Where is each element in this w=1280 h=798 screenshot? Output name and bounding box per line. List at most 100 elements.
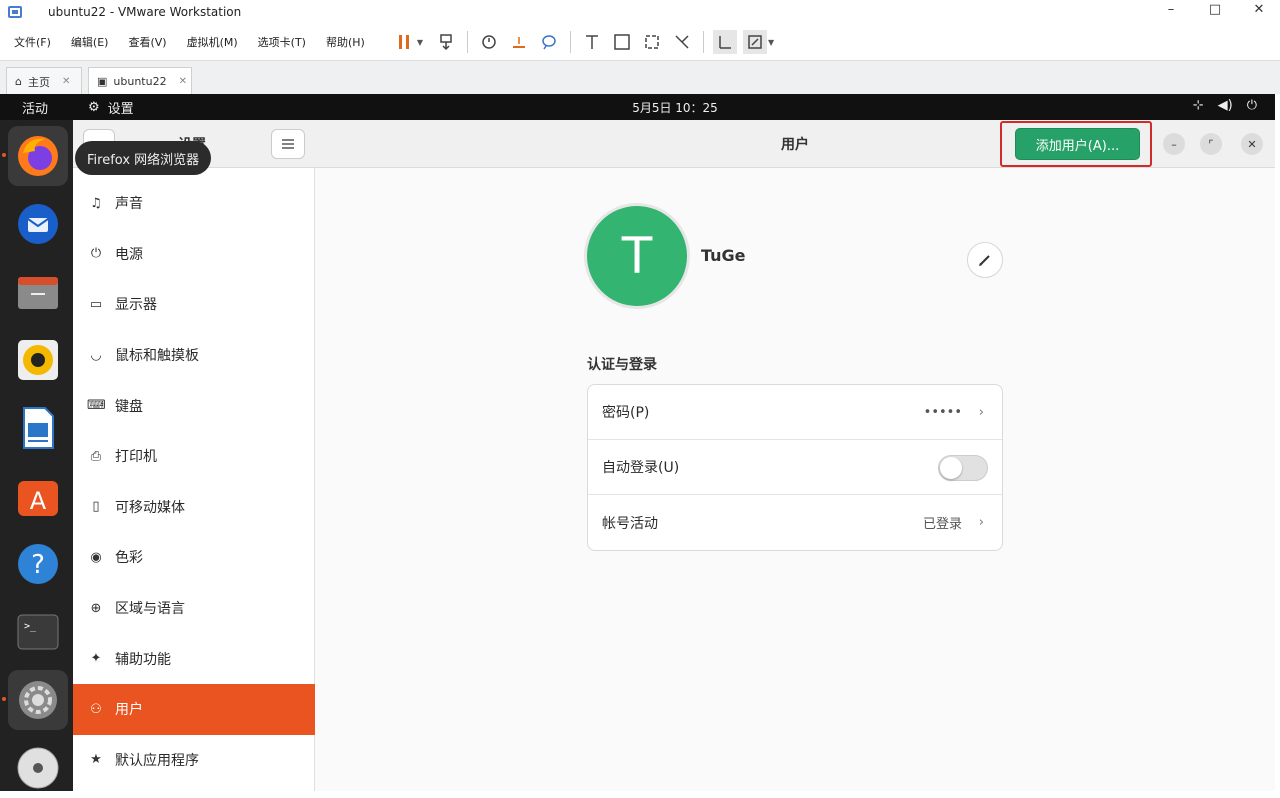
menu-tabs[interactable]: 选项卡(T) (258, 34, 306, 50)
sidebar-item-label: 默认应用程序 (115, 752, 199, 769)
sidebar-item-default-apps[interactable]: ★ 默认应用程序 (73, 735, 315, 786)
system-tray[interactable]: ⊹ ◀) ⏻ (1193, 98, 1257, 113)
add-user-button[interactable]: 添加用户(A)... (1015, 128, 1140, 160)
sidebar-item-region-language[interactable]: ⊕ 区域与语言 (73, 583, 315, 634)
tab-home-label: 主页 (27, 75, 50, 89)
autofit-icon[interactable] (742, 30, 767, 54)
sidebar-item-displays[interactable]: ▭ 显示器 (73, 279, 315, 330)
sidebar-item-label: 可移动媒体 (115, 499, 185, 516)
close-icon[interactable]: ✕ (62, 76, 70, 87)
minimize-icon: – (1171, 137, 1177, 151)
password-label: 密码(P) (602, 405, 650, 421)
sidebar-item-label: 鼠标和触摸板 (115, 348, 199, 365)
folder-icon (18, 277, 58, 309)
chevron-down-icon[interactable]: ▼ (417, 38, 423, 47)
unity-icon[interactable] (640, 30, 664, 54)
maximize-icon: ⌜ (1208, 137, 1214, 151)
menu-help[interactable]: 帮助(H) (326, 34, 365, 50)
stretch-icon[interactable] (670, 30, 694, 54)
avatar[interactable]: T (587, 206, 687, 306)
thumbnail-view-icon[interactable] (712, 30, 737, 54)
mouse-icon: ◡ (90, 347, 102, 363)
dock-rhythmbox[interactable] (8, 330, 68, 390)
dock-firefox[interactable] (2, 126, 68, 186)
tab-ubuntu22-label: ubuntu22 (113, 75, 167, 88)
sidebar-item-power[interactable]: ⏻ 电源 (73, 229, 315, 280)
auth-list: 密码(P) ••••• › 自动登录(U) 帐号活动 已登录 › (587, 384, 1003, 551)
tab-ubuntu22[interactable]: ▣ ubuntu22 ✕ (88, 67, 192, 95)
sidebar-item-label: 电源 (115, 246, 143, 263)
vmware-menubar: 文件(F) 编辑(E) 查看(V) 虚拟机(M) 选项卡(T) 帮助(H) ▼ … (0, 24, 1280, 60)
sidebar-item-users[interactable]: ⚇ 用户 (73, 683, 315, 735)
sidebar-item-sound[interactable]: ♫ 声音 (73, 178, 315, 229)
network-icon: ⊹ (1192, 98, 1204, 113)
sidebar-item-accessibility[interactable]: ✦ 辅助功能 (73, 633, 315, 684)
menu-view[interactable]: 查看(V) (128, 34, 166, 50)
hamburger-menu-button[interactable] (271, 129, 305, 159)
close-button[interactable]: ✕ (1248, 2, 1270, 17)
sidebar-item-label: 色彩 (115, 550, 143, 567)
pause-icon[interactable] (392, 30, 416, 54)
sidebar-item-label: 辅助功能 (115, 651, 171, 668)
send-keys-icon[interactable] (434, 30, 458, 54)
account-activity-value: 已登录 (922, 517, 962, 532)
sidebar-item-label: 用户 (115, 702, 143, 719)
sidebar-item-mouse[interactable]: ◡ 鼠标和触摸板 (73, 330, 315, 381)
dock-dvd[interactable] (8, 738, 68, 798)
window-controls: – □ ✕ (1160, 2, 1270, 17)
menu-edit[interactable]: 编辑(E) (71, 34, 109, 50)
dock-terminal[interactable]: >_ (8, 602, 68, 662)
dock-libreoffice-writer[interactable] (8, 398, 68, 458)
dock-help[interactable]: ? (8, 534, 68, 594)
clock[interactable]: 5月5日 10：25 (0, 99, 1280, 116)
maximize-window-button[interactable]: ⌜ (1200, 133, 1222, 155)
dock-thunderbird[interactable] (8, 194, 68, 254)
sidebar-item-color[interactable]: ◉ 色彩 (73, 532, 315, 583)
sidebar-item-keyboard[interactable]: ⌨ 键盘 (73, 380, 315, 431)
hamburger-icon (282, 139, 294, 149)
section-title: 认证与登录 (587, 357, 657, 373)
dock-settings[interactable] (2, 670, 68, 730)
maximize-button[interactable]: □ (1204, 2, 1226, 17)
account-activity-label: 帐号活动 (602, 515, 658, 532)
dock-app-center[interactable]: A (8, 466, 68, 526)
account-activity-row[interactable]: 帐号活动 已登录 › (588, 495, 1002, 550)
svg-text:?: ? (31, 550, 45, 580)
close-icon[interactable]: ✕ (179, 76, 187, 87)
gnome-top-bar: 活动 ⚙ 设置 5月5日 10：25 ⊹ ◀) ⏻ (0, 94, 1275, 120)
chevron-right-icon: › (978, 515, 984, 530)
edit-name-button[interactable] (967, 242, 1003, 278)
writer-icon (23, 407, 54, 449)
display-icon: ▭ (89, 296, 103, 312)
console-view-icon[interactable] (580, 30, 604, 54)
dock-tooltip: Firefox 网络浏览器 (75, 141, 212, 175)
revert-snapshot-icon[interactable] (507, 30, 531, 54)
snapshot-icon[interactable] (477, 30, 501, 54)
sidebar-item-label: 键盘 (115, 398, 143, 415)
snapshot-manager-icon[interactable] (537, 30, 561, 54)
sidebar-item-label: 声音 (115, 196, 143, 213)
vmware-tab-strip: ⌂ 主页 ✕ ▣ ubuntu22 ✕ (0, 60, 1280, 95)
menu-vm[interactable]: 虚拟机(M) (187, 34, 238, 50)
users-icon: ⚇ (90, 701, 102, 717)
menu-file[interactable]: 文件(F) (14, 34, 51, 50)
fullscreen-icon[interactable] (610, 30, 634, 54)
autologin-toggle[interactable] (938, 455, 988, 481)
rhythmbox-icon (18, 340, 58, 380)
autologin-row: 自动登录(U) (588, 440, 1002, 495)
minimize-window-button[interactable]: – (1163, 133, 1185, 155)
dock-files[interactable] (8, 262, 68, 322)
chevron-down-icon[interactable]: ▼ (768, 38, 774, 47)
sidebar-item-removable-media[interactable]: ▯ 可移动媒体 (73, 482, 315, 533)
close-window-button[interactable]: ✕ (1241, 133, 1263, 155)
color-icon: ◉ (90, 549, 102, 565)
minimize-button[interactable]: – (1160, 2, 1182, 17)
star-icon: ★ (90, 752, 102, 768)
sidebar-item-label: 打印机 (115, 449, 157, 466)
sidebar-item-printers[interactable]: ⎙ 打印机 (73, 431, 315, 482)
password-row[interactable]: 密码(P) ••••• › (588, 385, 1002, 440)
tab-home[interactable]: ⌂ 主页 ✕ (6, 67, 82, 95)
accessibility-icon: ✦ (90, 651, 102, 667)
usb-icon: ▯ (92, 499, 100, 515)
users-panel: T TuGe 认证与登录 密码(P) ••••• › 自动登录(U) 帐号活动 … (315, 168, 1275, 791)
